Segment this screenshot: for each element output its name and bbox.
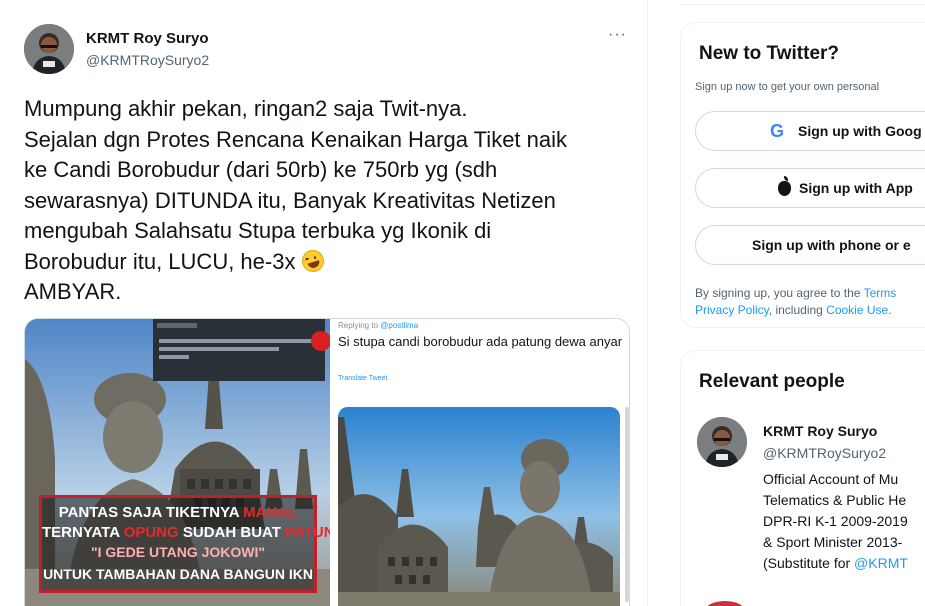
caption-text: TERNYATA	[42, 524, 124, 541]
terms-middle: , including	[768, 303, 827, 317]
caption-line-2: TERNYATA OPUNG SUDAH BUAT PATUNG	[42, 524, 330, 541]
caption-highlight: OPUNG	[123, 524, 179, 541]
caption-highlight: MAHAL	[243, 504, 298, 521]
replying-handle: @postlima	[380, 321, 419, 330]
tweet-line: Mumpung akhir pekan, ringan2 saja Twit-n…	[24, 96, 468, 121]
tweet-line: ke Candi Borobudur (dari 50rb) ke 750rb …	[24, 157, 498, 182]
relevant-people-card: Relevant people KRMT Roy Suryo @KRMTRoyS…	[680, 350, 925, 606]
new-to-twitter-title: New to Twitter?	[699, 43, 840, 64]
caption-line-4: UNTUK TAMBAHAN DANA BANGUN IKN	[43, 566, 313, 582]
new-to-twitter-subtitle: Sign up now to get your own personal	[695, 81, 880, 93]
bio-mention-link[interactable]: @KRMT	[854, 555, 908, 571]
news-logo-icon	[311, 331, 330, 351]
person-bio: Official Account of Mu Telematics & Publ…	[763, 469, 925, 574]
bio-line: Telematics & Public He	[763, 492, 907, 508]
apple-icon	[778, 176, 791, 196]
terms-text: By signing up, you agree to the Terms Pr…	[695, 285, 925, 319]
caption-text: SUDAH BUAT	[178, 524, 286, 541]
tweet-line-with-emoji: Borobudur itu, LUCU, he-3x	[24, 246, 636, 278]
bio-line: Official Account of Mu	[763, 471, 899, 487]
tweet-line: Sejalan dgn Protes Rencana Kenaikan Harg…	[24, 126, 568, 152]
author-handle[interactable]: @KRMTRoySuryo2	[86, 52, 209, 68]
author-avatar[interactable]	[24, 24, 74, 74]
meme-caption-box: PANTAS SAJA TIKETNYA MAHAL TERNYATA OPUN…	[39, 495, 330, 593]
caption-text: PANTAS SAJA TIKETNYA	[58, 504, 244, 521]
terms-prefix: By signing up, you agree to the	[695, 286, 864, 300]
tweet-line: sewarasnya) DITUNDA itu, Banyak Kreativi…	[24, 187, 556, 213]
button-label: Sign up with Goog	[798, 123, 922, 139]
terms-link[interactable]: Terms	[864, 286, 897, 300]
tweet-line: AMBYAR.	[24, 279, 122, 304]
reply-text: Si stupa candi borobudur ada patung dewa…	[338, 334, 623, 349]
bio-line: & Sport Minister 2013-	[763, 534, 903, 550]
sign-up-google-button[interactable]: G Sign up with Goog	[695, 111, 925, 151]
bio-text: (Substitute for	[763, 555, 855, 571]
replying-prefix: Replying to	[338, 321, 381, 330]
bio-line: (Substitute for @KRMT	[763, 553, 925, 574]
rolling-on-floor-laughing-emoji-icon	[298, 246, 327, 275]
terms-end: .	[888, 303, 892, 317]
media-image-right[interactable]: Replying to @postlima Si stupa candi bor…	[332, 319, 629, 606]
caption-line-3: "I GEDE UTANG JOKOWI"	[90, 544, 266, 560]
cookie-use-link[interactable]: Cookie Use	[826, 303, 888, 317]
new-to-twitter-card: New to Twitter? Sign up now to get your …	[680, 22, 925, 328]
divider	[680, 4, 925, 5]
author-name[interactable]: KRMT Roy Suryo	[86, 30, 209, 47]
button-label: Sign up with App	[799, 180, 913, 196]
button-label: Sign up with phone or e	[752, 237, 911, 253]
sign-up-phone-button[interactable]: Sign up with phone or e	[695, 225, 925, 265]
news-screenshot-overlay	[153, 319, 325, 381]
sign-up-apple-button[interactable]: Sign up with App	[695, 168, 925, 208]
person-avatar[interactable]	[697, 417, 747, 467]
tweet-text: Mumpung akhir pekan, ringan2 saja Twit-n…	[24, 94, 636, 308]
tweet-media[interactable]: PANTAS SAJA TIKETNYA MAHAL TERNYATA OPUN…	[24, 318, 630, 606]
right-sidebar: New to Twitter? Sign up now to get your …	[648, 0, 925, 606]
media-image-left[interactable]: PANTAS SAJA TIKETNYA MAHAL TERNYATA OPUN…	[25, 319, 330, 606]
caption-highlight: PATUNG	[285, 524, 330, 541]
tweet-line: mengubah Salahsatu Stupa terbuka yg Ikon…	[24, 218, 492, 243]
tweet-line: Borobudur itu, LUCU, he-3x	[24, 248, 296, 274]
person-handle[interactable]: @KRMTRoySuryo2	[763, 445, 886, 461]
next-person-avatar[interactable]	[705, 601, 745, 606]
caption-line-1: PANTAS SAJA TIKETNYA MAHAL	[42, 504, 314, 521]
replying-to: Replying to @postlima	[338, 321, 418, 330]
translate-tweet-link: Translate Tweet	[338, 375, 388, 382]
borobudur-photo	[338, 407, 620, 606]
more-options-icon[interactable]: ···	[608, 26, 627, 44]
google-icon: G	[770, 121, 785, 141]
tweet-card: KRMT Roy Suryo @KRMTRoySuryo2 ··· Mumpun…	[0, 0, 648, 606]
scrollbar[interactable]	[625, 407, 629, 602]
person-name[interactable]: KRMT Roy Suryo	[763, 423, 877, 439]
privacy-policy-link[interactable]: Privacy Policy	[695, 303, 769, 317]
relevant-people-title: Relevant people	[699, 371, 845, 392]
bio-line: DPR-RI K-1 2009-2019	[763, 513, 908, 529]
